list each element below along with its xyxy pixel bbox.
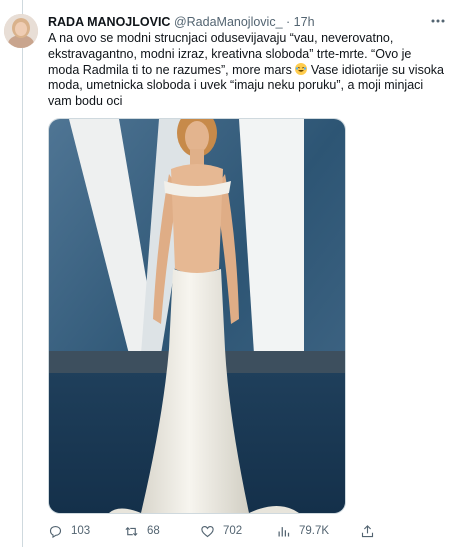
- separator-dot: ·: [286, 15, 291, 29]
- retweet-icon: [125, 526, 138, 536]
- tweet-media-photo[interactable]: [48, 118, 346, 514]
- photo-image: [49, 119, 345, 513]
- share-icon: [361, 524, 374, 537]
- like-button[interactable]: 702: [200, 522, 242, 540]
- retweet-count: 68: [147, 525, 160, 537]
- views-button[interactable]: 79.7K: [276, 522, 329, 540]
- tweet[interactable]: RADA MANOJLOVIC @RadaManojlovic_ · 17h A…: [0, 0, 468, 547]
- retweet-button[interactable]: 68: [124, 522, 160, 540]
- more-icon[interactable]: [430, 15, 446, 27]
- tweet-text: A na ovo se modni strucnjaci odusevijava…: [48, 31, 444, 110]
- tweet-header: RADA MANOJLOVIC @RadaManojlovic_ · 17h: [48, 14, 438, 30]
- share-button[interactable]: [360, 522, 383, 540]
- avatar-image: [4, 14, 38, 48]
- author-name[interactable]: RADA MANOJLOVIC: [48, 15, 170, 29]
- views-icon: [278, 526, 290, 536]
- thread-line: [22, 0, 23, 547]
- reply-icon: [49, 525, 62, 538]
- laughing-emoji-icon: [295, 62, 308, 75]
- reply-button[interactable]: 103: [48, 522, 90, 540]
- author-handle[interactable]: @RadaManojlovic_: [174, 15, 283, 29]
- views-count: 79.7K: [299, 525, 330, 537]
- reply-count: 103: [71, 525, 91, 537]
- heart-icon: [201, 525, 214, 537]
- tweet-actions: 103 68 702 79.7K: [48, 522, 448, 540]
- tweet-timestamp[interactable]: 17h: [294, 15, 315, 29]
- avatar[interactable]: [4, 14, 38, 48]
- like-count: 702: [223, 525, 243, 537]
